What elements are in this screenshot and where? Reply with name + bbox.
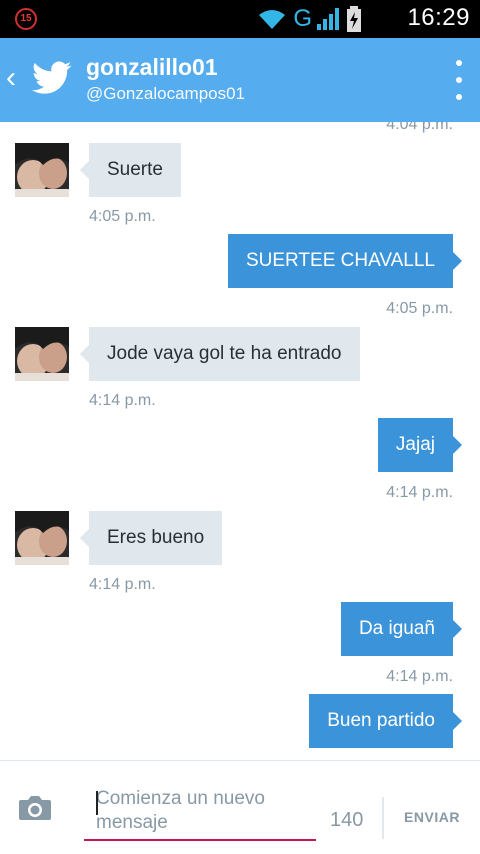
message-timestamp: 4:05 p.m. [89,208,156,225]
status-icons: G [257,5,362,32]
overflow-menu-icon [456,60,462,66]
outgoing-message-bubble[interactable]: SUERTEE CHAVALLL [227,234,463,288]
character-counter: 140 [330,809,364,831]
message-text: SUERTEE CHAVALLL [245,250,435,271]
text-cursor [96,791,98,815]
incoming-message-bubble[interactable]: Jode vaya gol te ha entrado [80,327,360,381]
network-type-label: G [293,5,312,32]
incoming-message-bubble[interactable]: Eres bueno [79,511,223,565]
message-text: Jajaj [395,434,435,455]
back-chevron-icon: ‹ [6,61,16,94]
message-text: Eres bueno [107,527,205,548]
outgoing-message-bubble[interactable]: Buen partido [309,694,462,748]
overflow-menu-button[interactable] [452,60,466,100]
conversation-handle: @Gonzalocampos01 [86,84,246,103]
wifi-icon [259,10,286,29]
avatar-photo [15,327,69,381]
incoming-message-bubble[interactable]: Suerte [80,143,181,197]
message-input[interactable] [84,783,316,841]
composer-divider [382,797,384,839]
message-timestamp: 4:05 p.m. [386,300,453,317]
camera-button[interactable] [18,794,52,822]
message-timestamp: 4:14 p.m. [89,392,156,409]
message-timestamp: 4:04 p.m. [386,122,453,133]
message-text: Da iguañ [358,618,435,639]
message-timestamp: 4:14 p.m. [89,576,156,593]
avatar-photo [15,143,69,197]
notification-badge: 15 [15,8,37,30]
avatar-photo [15,511,69,565]
message-timestamp: 4:14 p.m. [386,484,453,501]
signal-icon [317,8,339,30]
clock: 16:29 [407,4,470,31]
conversation-header: ‹ gonzalillo01 @Gonzalocampos01 [0,38,480,122]
message-text: Jode vaya gol te ha entrado [107,343,342,364]
conversation-title: gonzalillo01 [86,54,218,80]
send-button[interactable]: ENVIAR [392,809,472,825]
back-button[interactable]: ‹ [6,61,26,94]
message-timestamp: 4:14 p.m. [386,668,453,685]
outgoing-message-bubble[interactable]: Jajaj [377,418,463,472]
battery-charging-icon [347,6,361,32]
twitter-bird-icon [32,61,72,94]
message-text: Suerte [107,159,163,180]
camera-icon [19,796,51,820]
avatar[interactable] [15,143,69,197]
status-bar: 15 G 16:29 [0,0,480,38]
message-composer: 140 ENVIAR [0,760,480,854]
message-text: Buen partido [327,710,435,731]
message-list[interactable]: 4:04 p.m. Suerte 4:05 p.m. SUERTEE CHAVA… [0,122,480,760]
avatar[interactable] [15,327,69,381]
avatar[interactable] [15,511,69,565]
outgoing-message-bubble[interactable]: Da iguañ [340,602,463,656]
